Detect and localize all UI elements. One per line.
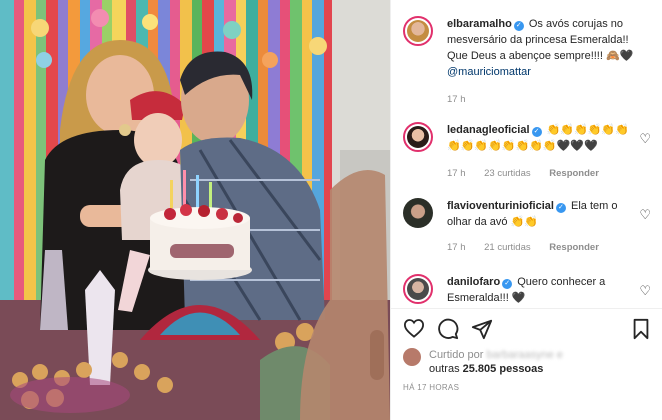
- avatar-danilofaro[interactable]: [403, 274, 433, 304]
- birthday-photo-illustration: [0, 0, 390, 420]
- caption-mention[interactable]: @mauriciomattar: [447, 66, 531, 78]
- comment-username[interactable]: flavioventurinioficial: [447, 200, 554, 212]
- likes-count: 25.805: [462, 363, 497, 375]
- post-side-panel: elbaramalho ✓ Os avós corujas no mesversá…: [390, 0, 662, 420]
- heart-icon[interactable]: ♡: [639, 208, 651, 221]
- heart-icon[interactable]: ♡: [639, 132, 651, 145]
- likes-prefix: outras: [429, 363, 460, 375]
- comment-time[interactable]: 17 h: [447, 168, 466, 179]
- liker-avatar[interactable]: [403, 348, 421, 366]
- post-photo[interactable]: [0, 0, 390, 420]
- likes-count-link[interactable]: outras 25.805 pessoas: [429, 363, 543, 375]
- liked-by-prefix: Curtido por: [429, 349, 484, 361]
- heart-icon[interactable]: ♡: [639, 284, 651, 297]
- caption-time[interactable]: 17 h: [447, 94, 466, 105]
- liked-by-user[interactable]: barbaraasyne e: [486, 349, 562, 361]
- instagram-post: elbaramalho ✓ Os avós corujas no mesversá…: [0, 0, 662, 420]
- comment-time[interactable]: 17 h: [447, 242, 466, 253]
- share-icon[interactable]: [471, 318, 493, 340]
- avatar-ledanagleoficial[interactable]: [403, 122, 433, 152]
- likes-suffix: pessoas: [499, 363, 544, 375]
- caption-meta: 17 h: [447, 94, 482, 105]
- comment-likes[interactable]: 23 curtidas: [484, 168, 530, 179]
- comment-username[interactable]: danilofaro: [447, 276, 500, 288]
- liked-by: Curtido por barbaraasyne e outras 25.805…: [403, 348, 653, 388]
- post-timestamp[interactable]: HÁ 17 HORAS: [403, 383, 459, 392]
- comments-list: elbaramalho ✓ Os avós corujas no mesversá…: [391, 0, 662, 308]
- verified-badge-icon: ✓: [531, 127, 542, 137]
- verified-badge-icon: ✓: [502, 279, 513, 289]
- comment-meta: 17 h 21 curtidas Responder: [447, 242, 615, 253]
- comment-meta: 17 h 23 curtidas Responder: [447, 168, 615, 179]
- comment-icon[interactable]: [437, 318, 459, 340]
- caption-username[interactable]: elbaramalho: [447, 18, 512, 30]
- verified-badge-icon: ✓: [513, 21, 524, 31]
- bookmark-icon[interactable]: [631, 318, 651, 340]
- avatar-flavioventurinioficial[interactable]: [403, 198, 433, 228]
- heart-icon[interactable]: [403, 318, 425, 338]
- comment-likes[interactable]: 21 curtidas: [484, 242, 530, 253]
- reply-button[interactable]: Responder: [549, 168, 599, 179]
- action-bar: [391, 308, 662, 340]
- avatar-elbaramalho[interactable]: [403, 16, 433, 46]
- verified-badge-icon: ✓: [555, 203, 566, 213]
- reply-button[interactable]: Responder: [549, 242, 599, 253]
- comment-username[interactable]: ledanagleoficial: [447, 124, 530, 136]
